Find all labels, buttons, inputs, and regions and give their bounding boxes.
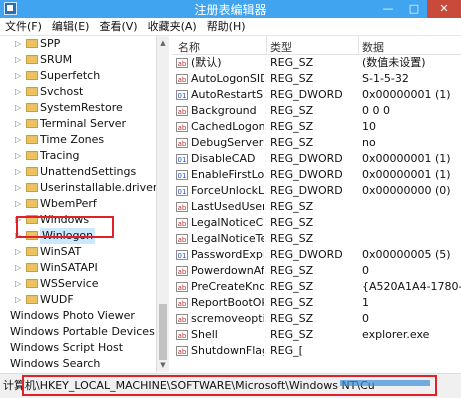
status-bar: 计算机\HKEY_LOCAL_MACHINE\SOFTWARE\Microsof… bbox=[0, 373, 461, 398]
menu-help[interactable]: 帮助(H) bbox=[202, 18, 251, 35]
string-value-icon: ab bbox=[176, 234, 188, 244]
folder-icon bbox=[26, 279, 38, 288]
menu-bar: 文件(F) 编辑(E) 查看(V) 收藏夹(A) 帮助(H) bbox=[0, 18, 461, 36]
value-row[interactable]: ab (默认) REG_SZ (数值未设置) bbox=[172, 55, 461, 71]
list-header: 名称 类型 数据 bbox=[172, 36, 461, 55]
menu-view[interactable]: 查看(V) bbox=[94, 18, 142, 35]
expand-arrow-icon[interactable]: ▷ bbox=[15, 36, 25, 52]
string-value-icon: ab bbox=[176, 266, 188, 276]
column-divider[interactable] bbox=[266, 36, 267, 54]
value-row[interactable]: abLegalNoticeCa...REG_SZ bbox=[172, 215, 461, 231]
folder-icon bbox=[26, 183, 38, 192]
dword-value-icon: 01 bbox=[176, 90, 188, 100]
folder-icon bbox=[26, 247, 38, 256]
maximize-icon[interactable]: □ bbox=[401, 0, 427, 18]
string-value-icon: ab bbox=[176, 330, 188, 340]
expand-arrow-icon[interactable]: ▷ bbox=[15, 52, 25, 68]
expand-arrow-icon[interactable]: ▷ bbox=[15, 292, 25, 308]
value-list[interactable]: 名称 类型 数据 ab (默认) REG_SZ (数值未设置) ab AutoLogon… bbox=[172, 36, 461, 372]
menu-file[interactable]: 文件(F) bbox=[0, 18, 47, 35]
value-row[interactable]: abPowerdownAft...REG_SZ0 bbox=[172, 263, 461, 279]
value-row[interactable]: 01PasswordExpir...REG_DWORD0x00000005 (5… bbox=[172, 247, 461, 263]
column-divider[interactable] bbox=[358, 36, 359, 54]
value-row[interactable]: abscremoveoptionREG_SZ0 bbox=[172, 311, 461, 327]
value-row[interactable]: 01ForceUnlockLo...REG_DWORD0x00000000 (0… bbox=[172, 183, 461, 199]
menu-edit[interactable]: 编辑(E) bbox=[47, 18, 95, 35]
window-controls: — □ ✕ bbox=[375, 0, 461, 18]
dword-value-icon: 01 bbox=[176, 250, 188, 260]
folder-icon bbox=[26, 295, 38, 304]
scrollbar-thumb[interactable] bbox=[159, 304, 167, 360]
value-row[interactable]: abPreCreateKno...REG_SZ{A520A1A4-1780-4F… bbox=[172, 279, 461, 295]
expand-arrow-icon[interactable]: ▷ bbox=[15, 100, 25, 116]
expand-arrow-icon[interactable]: ▷ bbox=[15, 84, 25, 100]
column-header-data[interactable]: 数据 bbox=[362, 39, 384, 55]
value-row[interactable]: abDebugServerC...REG_SZno bbox=[172, 135, 461, 151]
value-row[interactable]: abShutdownFlagsREG_[ bbox=[172, 343, 461, 359]
expand-arrow-icon[interactable]: ▷ bbox=[15, 260, 25, 276]
expand-arrow-icon[interactable]: ▷ bbox=[15, 132, 25, 148]
folder-icon bbox=[26, 71, 38, 80]
scroll-up-arrow-icon[interactable]: ▲ bbox=[157, 36, 169, 50]
string-value-icon: ab bbox=[176, 298, 188, 308]
menu-favorites[interactable]: 收藏夹(A) bbox=[143, 18, 202, 35]
registry-key-tree[interactable]: ▷ SPP ▷ SRUM ▷ Superfetch ▷ Svchost ▷ SystemR… bbox=[0, 36, 169, 372]
value-row[interactable]: 01EnableFirstLog...REG_DWORD0x00000001 (… bbox=[172, 167, 461, 183]
winlogon-highlight-annotation bbox=[16, 216, 114, 238]
value-row[interactable]: 01 DisableCAD REG_DWORD 0x00000001 (1) bbox=[172, 151, 461, 167]
title-bar: 注册表编辑器 — □ ✕ bbox=[0, 0, 461, 18]
string-value-icon: ab bbox=[176, 314, 188, 324]
value-row[interactable]: ab Background REG_SZ 0 0 0 bbox=[172, 103, 461, 119]
value-row[interactable]: 01AutoRestartShellREG_DWORD0x00000001 (1… bbox=[172, 87, 461, 103]
folder-icon bbox=[26, 87, 38, 96]
string-value-icon: ab bbox=[176, 58, 188, 68]
expand-arrow-icon[interactable]: ▷ bbox=[15, 276, 25, 292]
string-value-icon: ab bbox=[176, 218, 188, 228]
value-row[interactable]: abCachedLogons...REG_SZ10 bbox=[172, 119, 461, 135]
folder-icon bbox=[26, 167, 38, 176]
value-row[interactable]: ab AutoLogonSID REG_SZ S-1-5-32 bbox=[172, 71, 461, 87]
string-value-icon: ab bbox=[176, 138, 188, 148]
folder-icon bbox=[26, 199, 38, 208]
expand-arrow-icon[interactable]: ▷ bbox=[15, 196, 25, 212]
dword-value-icon: 01 bbox=[176, 154, 188, 164]
string-value-icon: ab bbox=[176, 346, 188, 356]
folder-icon bbox=[26, 103, 38, 112]
value-row[interactable]: ab Shell REG_SZ explorer.exe bbox=[172, 327, 461, 343]
expand-arrow-icon[interactable]: ▷ bbox=[15, 180, 25, 196]
string-value-icon: ab bbox=[176, 122, 188, 132]
folder-icon bbox=[26, 135, 38, 144]
dword-value-icon: 01 bbox=[176, 186, 188, 196]
string-value-icon: ab bbox=[176, 202, 188, 212]
close-icon[interactable]: ✕ bbox=[427, 0, 461, 18]
string-value-icon: ab bbox=[176, 106, 188, 116]
folder-icon bbox=[26, 119, 38, 128]
folder-icon bbox=[26, 263, 38, 272]
tree-scrollbar[interactable]: ▲ ▼ bbox=[156, 36, 169, 372]
expand-arrow-icon[interactable]: ▷ bbox=[15, 116, 25, 132]
scroll-down-arrow-icon[interactable]: ▼ bbox=[157, 358, 169, 372]
minimize-icon[interactable]: — bbox=[375, 0, 401, 18]
expand-arrow-icon[interactable]: ▷ bbox=[15, 68, 25, 84]
folder-icon bbox=[26, 39, 38, 48]
column-header-name[interactable]: 名称 bbox=[178, 39, 200, 55]
expand-arrow-icon[interactable]: ▷ bbox=[15, 244, 25, 260]
value-row[interactable]: abLegalNoticeTextREG_SZ bbox=[172, 231, 461, 247]
folder-icon bbox=[26, 151, 38, 160]
folder-icon bbox=[26, 55, 38, 64]
string-value-icon: ab bbox=[176, 74, 188, 84]
expand-arrow-icon[interactable]: ▷ bbox=[15, 164, 25, 180]
dword-value-icon: 01 bbox=[176, 170, 188, 180]
value-row[interactable]: abLastUsedUsern...REG_SZ bbox=[172, 199, 461, 215]
column-header-type[interactable]: 类型 bbox=[270, 39, 292, 55]
value-row[interactable]: ab ReportBootOk REG_SZ 1 bbox=[172, 295, 461, 311]
expand-arrow-icon[interactable]: ▷ bbox=[15, 148, 25, 164]
string-value-icon: ab bbox=[176, 282, 188, 292]
path-highlight-annotation bbox=[22, 375, 437, 396]
